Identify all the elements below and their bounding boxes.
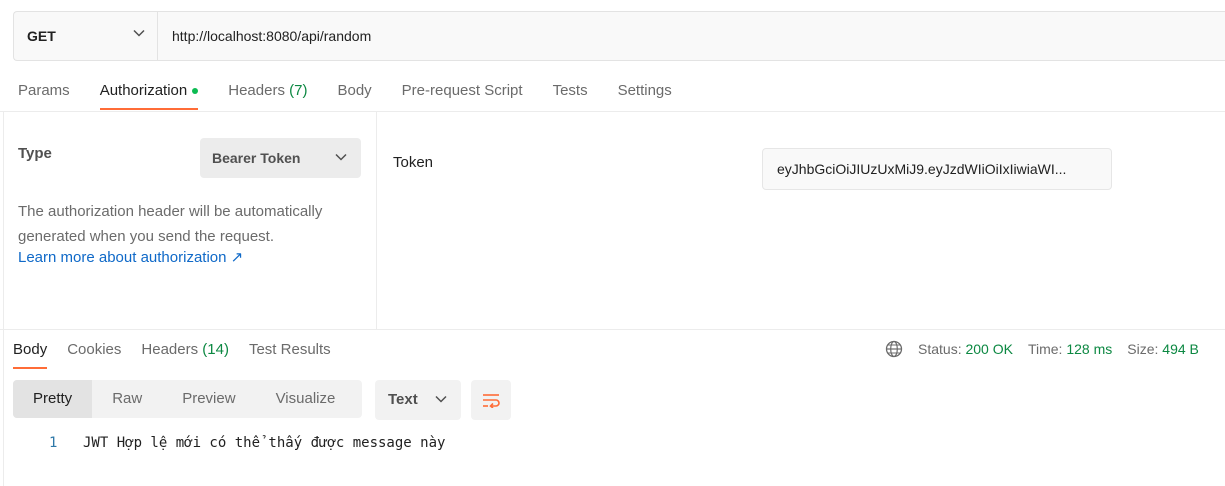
tab-response-headers[interactable]: Headers (14)	[141, 339, 229, 369]
view-raw-button[interactable]: Raw	[92, 380, 162, 418]
tab-label: Pre-request Script	[401, 82, 523, 99]
view-mode-group: Pretty Raw Preview Visualize	[13, 380, 362, 418]
learn-more-link[interactable]: Learn more about authorization ↗	[18, 248, 243, 266]
url-bar: GET http://localhost:8080/api/random	[13, 11, 1225, 61]
tab-label: Cookies	[67, 341, 122, 358]
format-select[interactable]: Text	[375, 380, 461, 420]
tab-label: Settings	[617, 82, 672, 99]
wrap-lines-icon	[483, 394, 500, 408]
auth-type-value: Bearer Token	[212, 150, 301, 166]
tab-test-results[interactable]: Test Results	[249, 339, 331, 369]
url-input[interactable]: http://localhost:8080/api/random	[172, 12, 371, 60]
token-label: Token	[393, 154, 434, 171]
tab-label: Headers	[228, 82, 285, 99]
tab-label: Params	[18, 82, 70, 99]
wrap-lines-button[interactable]	[471, 380, 511, 420]
response-body-line[interactable]: JWT Hợp lệ mới có thể thấy được message …	[83, 435, 445, 451]
auth-description: The authorization header will be automat…	[18, 203, 323, 245]
tab-settings[interactable]: Settings	[618, 80, 672, 110]
status-item[interactable]: Status: 200 OK	[918, 341, 1013, 357]
chevron-down-icon	[335, 153, 347, 161]
method-select[interactable]: GET	[14, 12, 158, 60]
tab-label: Body	[13, 341, 48, 358]
divider	[0, 111, 1225, 112]
divider	[3, 112, 4, 486]
auth-type-label: Type	[18, 145, 52, 162]
divider	[0, 329, 1225, 330]
view-pretty-button[interactable]: Pretty	[13, 380, 93, 418]
status-label: Status:	[918, 341, 962, 357]
chevron-down-icon	[435, 395, 447, 403]
tab-pre-request-script[interactable]: Pre-request Script	[402, 80, 523, 110]
size-label: Size:	[1127, 341, 1159, 357]
time-value: 128 ms	[1066, 341, 1113, 357]
auth-type-select[interactable]: Bearer Token	[200, 138, 361, 178]
tab-label: Headers	[141, 341, 199, 358]
tab-params[interactable]: Params	[18, 80, 70, 110]
size-value: 494 B	[1162, 341, 1199, 357]
line-number: 1	[49, 435, 58, 451]
response-tabs: Body Cookies Headers (14) Test Results	[13, 339, 351, 369]
tab-authorization[interactable]: Authorization	[99, 80, 199, 110]
size-item[interactable]: Size: 494 B	[1127, 341, 1199, 357]
tab-count: (14)	[202, 341, 229, 358]
tab-label: Test Results	[248, 341, 331, 358]
method-label: GET	[27, 28, 56, 44]
response-status-bar: Status: 200 OK Time: 128 ms Size: 494 B	[885, 340, 1199, 358]
active-dot-icon	[192, 88, 199, 95]
token-input[interactable]: eyJhbGciOiJIUzUxMiJ9.eyJzdWIiOiIxIiwiaWI…	[762, 148, 1112, 190]
view-visualize-button[interactable]: Visualize	[256, 380, 356, 418]
request-tabs: Params Authorization Headers (7) Body Pr…	[18, 80, 702, 110]
pane-divider[interactable]	[376, 112, 377, 329]
tab-body[interactable]: Body	[337, 80, 371, 110]
chevron-down-icon	[133, 29, 145, 37]
globe-icon[interactable]	[885, 340, 903, 358]
tab-label: Tests	[552, 82, 588, 99]
tab-count: (7)	[289, 82, 308, 99]
status-value: 200 OK	[965, 341, 1013, 357]
tab-response-body[interactable]: Body	[13, 339, 48, 369]
format-value: Text	[388, 391, 418, 408]
time-item[interactable]: Time: 128 ms	[1028, 341, 1112, 357]
tab-tests[interactable]: Tests	[553, 80, 588, 110]
tab-cookies[interactable]: Cookies	[67, 339, 121, 369]
view-preview-button[interactable]: Preview	[162, 380, 255, 418]
tab-label: Authorization	[99, 82, 188, 99]
time-label: Time:	[1027, 341, 1063, 357]
tab-label: Body	[337, 82, 372, 99]
tab-headers[interactable]: Headers (7)	[228, 80, 307, 110]
